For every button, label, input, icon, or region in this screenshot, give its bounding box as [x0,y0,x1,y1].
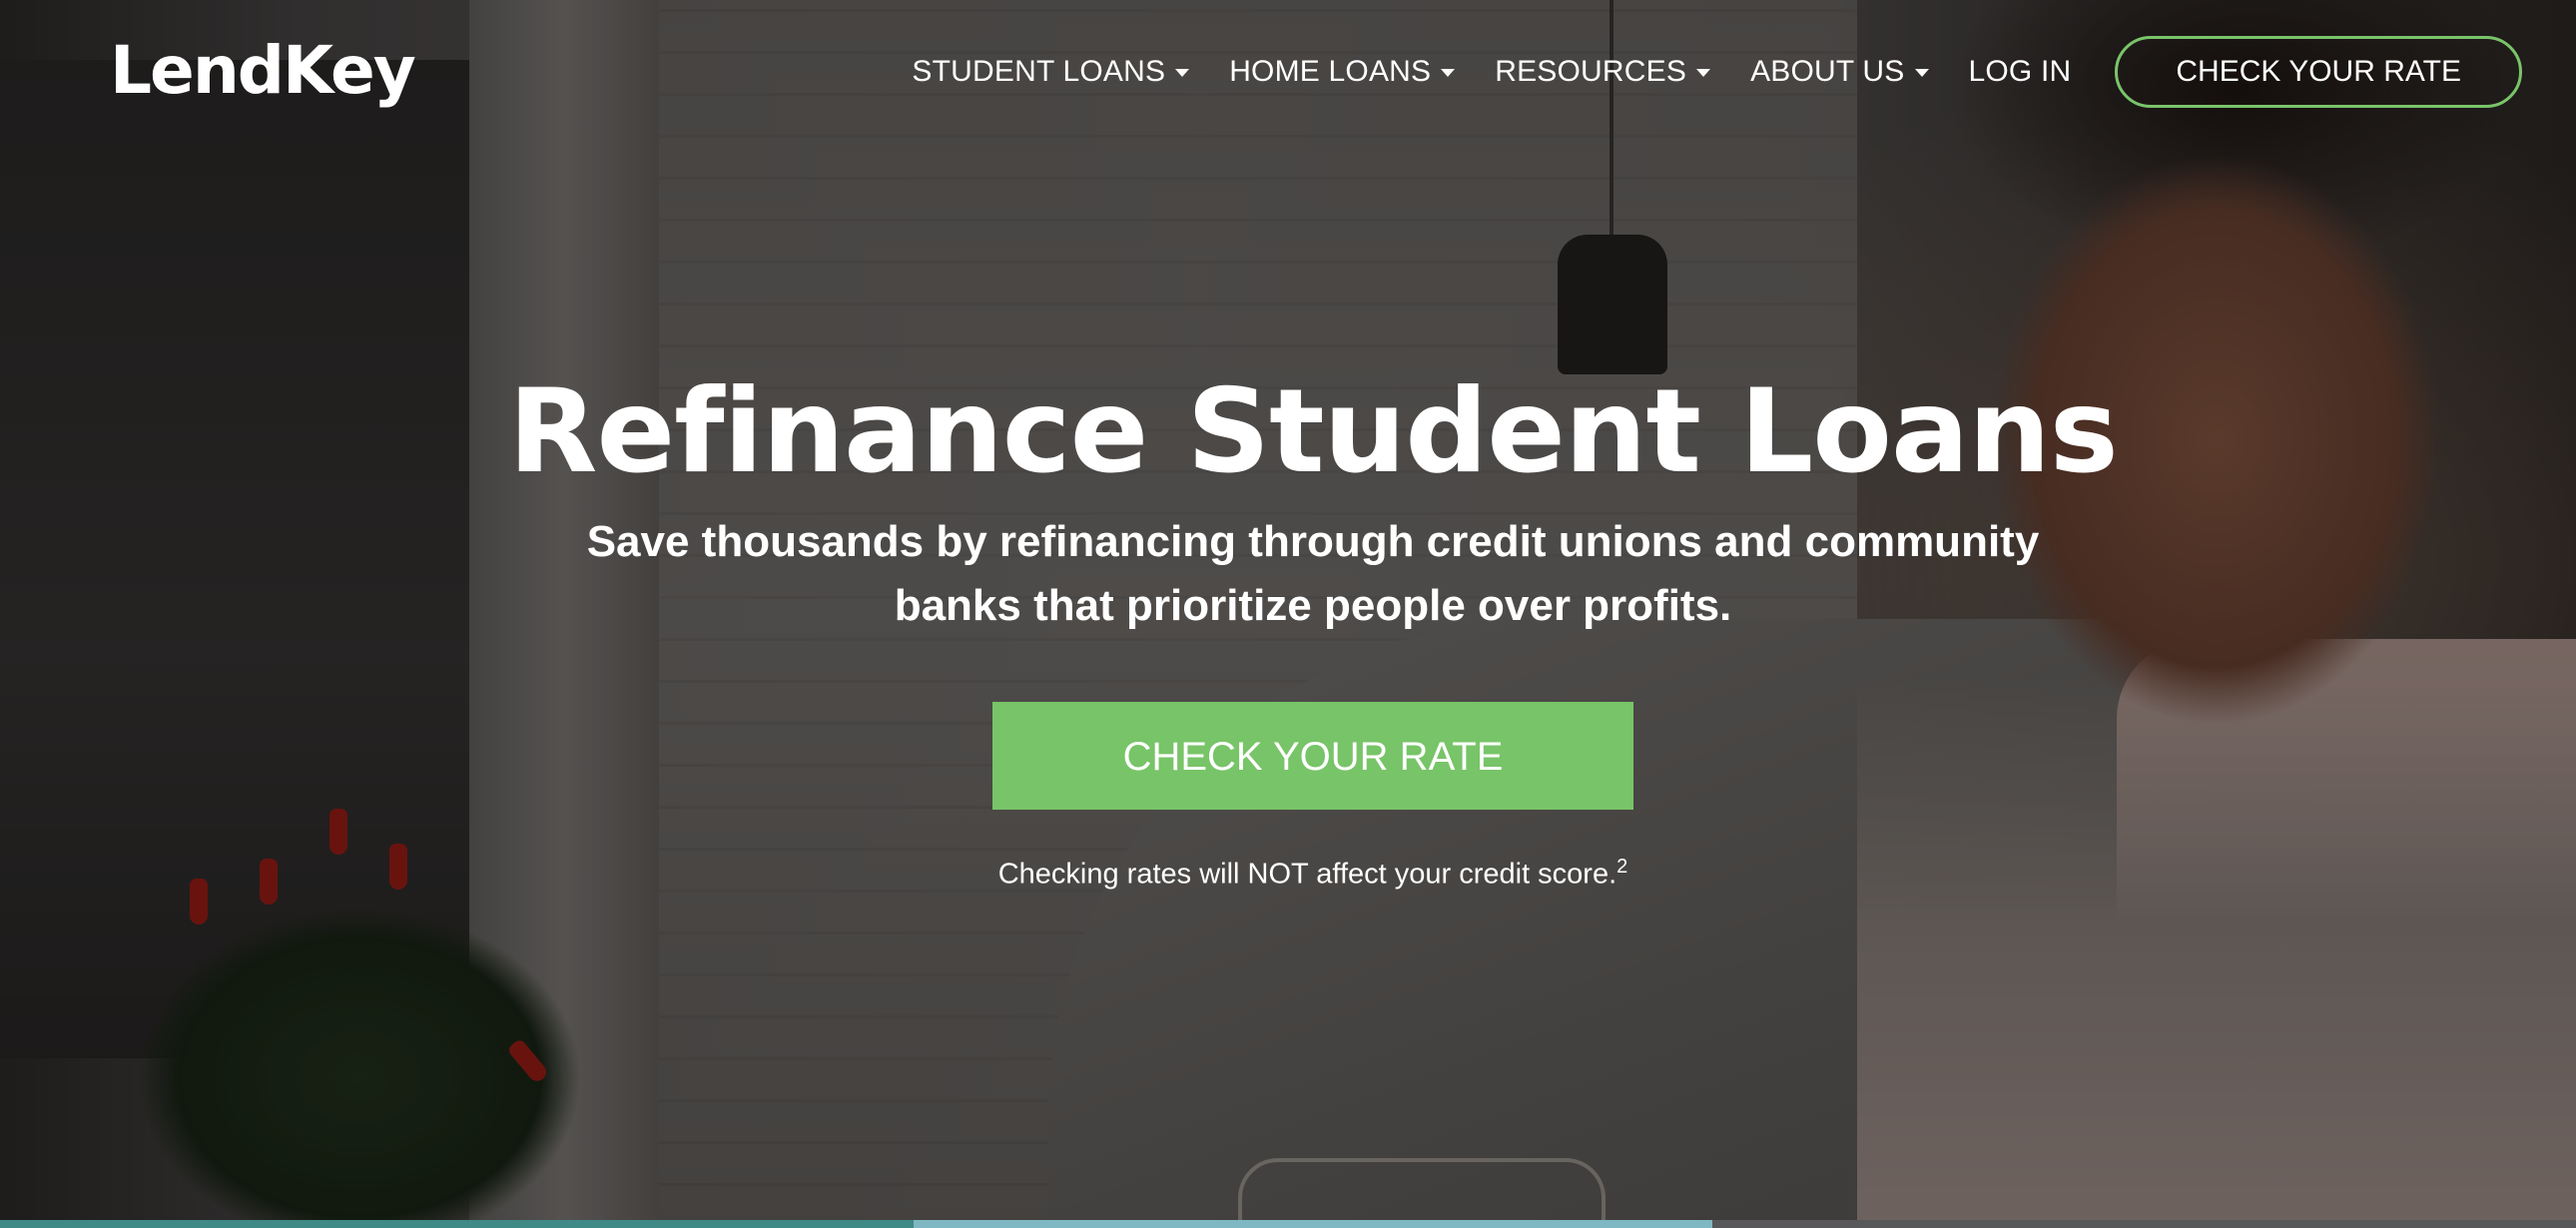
hero-title: Refinance Student Loans [508,364,2119,499]
nav-item-log-in[interactable]: LOG IN [1969,55,2072,89]
bottom-strip-segment [914,1220,1712,1228]
credit-score-note-text: Checking rates will NOT affect your cred… [997,858,1617,891]
nav-item-resources[interactable]: RESOURCES [1495,55,1711,89]
nav-item-label: STUDENT LOANS [912,55,1166,88]
bottom-strip-segment [0,1220,914,1228]
caret-down-icon [1175,69,1190,77]
nav-item-label: LOG IN [1968,55,2072,88]
caret-down-icon [1696,69,1711,77]
caret-down-icon [1914,69,1929,77]
bottom-tab-strip [0,1220,2576,1228]
footnote-marker[interactable]: 2 [1616,856,1627,878]
check-your-rate-nav-button[interactable]: CHECK YOUR RATE [2115,36,2522,108]
nav-item-about-us[interactable]: ABOUT US [1750,55,1929,89]
caret-down-icon [1441,69,1456,77]
nav-item-label: ABOUT US [1750,55,1905,88]
lendkey-logo[interactable]: LendKey [110,38,416,104]
credit-score-note: Checking rates will NOT affect your cred… [0,856,2576,892]
nav-item-label: HOME LOANS [1229,55,1432,88]
hero-subtitle: Save thousands by refinancing through cr… [586,517,2040,631]
check-your-rate-hero-button[interactable]: CHECK YOUR RATE [992,701,1633,810]
main-nav: STUDENT LOANS HOME LOANS RESOURCES ABOUT… [912,36,2522,108]
nav-item-label: RESOURCES [1495,55,1687,88]
bottom-strip-segment [1712,1220,2576,1228]
nav-item-home-loans[interactable]: HOME LOANS [1229,55,1456,89]
page: LendKey STUDENT LOANS HOME LOANS RESOURC… [0,0,2576,1228]
hero-section: Refinance Student Loans Save thousands b… [0,369,2576,892]
nav-item-student-loans[interactable]: STUDENT LOANS [912,55,1190,89]
